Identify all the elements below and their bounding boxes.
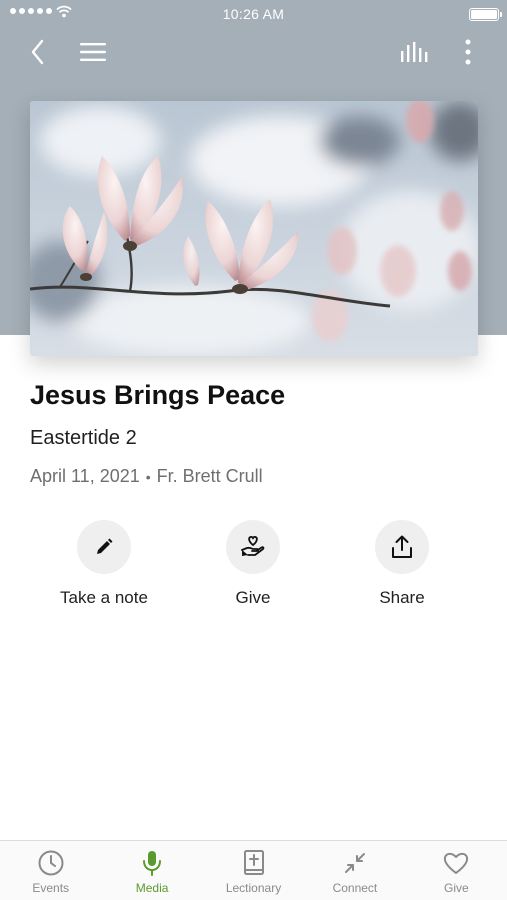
audio-button[interactable]: [396, 34, 432, 70]
pencil-icon: [97, 538, 113, 554]
take-note-circle: [77, 520, 131, 574]
more-vertical-icon: [465, 39, 471, 65]
chevron-left-icon: [31, 39, 44, 65]
sermon-hero-image: [30, 101, 478, 356]
tab-events[interactable]: Events: [0, 841, 101, 900]
sermon-series: Eastertide 2: [30, 427, 137, 449]
magnolia-image: [30, 101, 478, 356]
share-circle: [375, 520, 429, 574]
sermon-meta: April 11, 2021 • Fr. Brett Crull: [30, 466, 263, 487]
share-icon: [392, 535, 412, 558]
tab-events-label: Events: [32, 881, 70, 895]
give-label: Give: [235, 588, 271, 607]
bottom-tab-bar: Events Media Lectionary Connect Give: [0, 840, 507, 900]
top-navigation: [0, 34, 507, 70]
audio-bars-icon: [401, 42, 428, 62]
back-button[interactable]: [20, 34, 56, 70]
hamburger-icon: [80, 43, 106, 61]
status-time: 10:26 AM: [222, 6, 285, 22]
tab-media[interactable]: Media: [101, 841, 202, 900]
tab-give[interactable]: Give: [406, 841, 507, 900]
tab-lectionary[interactable]: Lectionary: [203, 841, 304, 900]
tab-give-label: Give: [443, 881, 469, 895]
heart-icon: [444, 852, 469, 874]
battery-icon: [469, 8, 502, 21]
microphone-icon: [143, 851, 162, 876]
bible-icon: [243, 850, 264, 875]
hand-heart-icon: [241, 535, 265, 556]
status-bar: 10:26 AM: [0, 0, 507, 28]
tab-connect[interactable]: Connect: [304, 841, 405, 900]
menu-button[interactable]: [75, 34, 111, 70]
tab-media-label: Media: [135, 881, 169, 895]
give-circle: [226, 520, 280, 574]
sermon-speaker: Fr. Brett Crull: [156, 466, 263, 486]
tab-lectionary-label: Lectionary: [225, 881, 282, 895]
clock-icon: [38, 850, 64, 876]
connect-arrows-icon: [344, 853, 365, 873]
tab-connect-label: Connect: [332, 881, 378, 895]
sermon-date: April 11, 2021: [30, 466, 140, 486]
give-button[interactable]: Give: [183, 520, 323, 608]
share-label: Share: [379, 588, 425, 607]
take-note-button[interactable]: Take a note: [34, 520, 174, 608]
sermon-actions: Take a note Give Share: [0, 520, 507, 620]
sermon-title: Jesus Brings Peace: [30, 380, 286, 410]
share-button[interactable]: Share: [332, 520, 472, 608]
meta-separator: •: [145, 468, 151, 485]
more-options-button[interactable]: [450, 34, 486, 70]
take-note-label: Take a note: [60, 588, 148, 607]
